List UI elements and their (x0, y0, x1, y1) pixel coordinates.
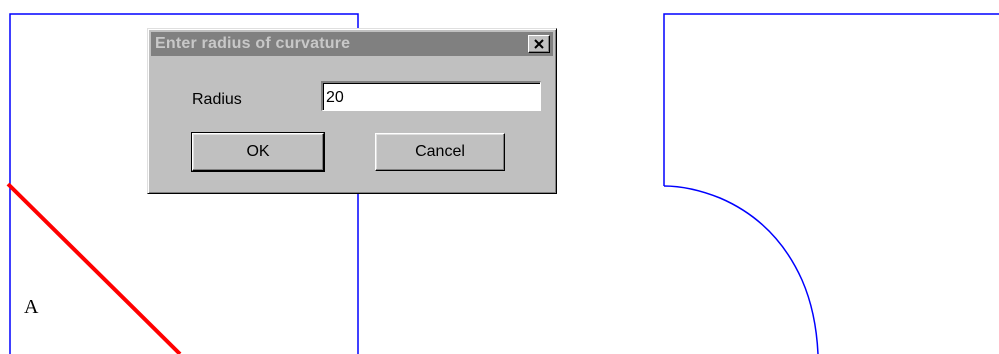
ok-button[interactable]: OK (191, 132, 325, 172)
dialog-titlebar[interactable]: Enter radius of curvature (151, 32, 553, 56)
radius-input[interactable] (321, 81, 541, 111)
cancel-button[interactable]: Cancel (375, 133, 505, 171)
close-icon (534, 39, 544, 49)
right-shape-fillet-arc (663, 185, 819, 354)
right-shape-outline (663, 13, 999, 186)
radius-label: Radius (192, 91, 242, 108)
radius-dialog: Enter radius of curvature Radius OK Canc… (147, 28, 557, 194)
dialog-title: Enter radius of curvature (155, 35, 351, 52)
selected-chamfer-edge[interactable] (6, 182, 182, 354)
point-label-a: A (24, 296, 39, 318)
close-button[interactable] (528, 35, 550, 53)
